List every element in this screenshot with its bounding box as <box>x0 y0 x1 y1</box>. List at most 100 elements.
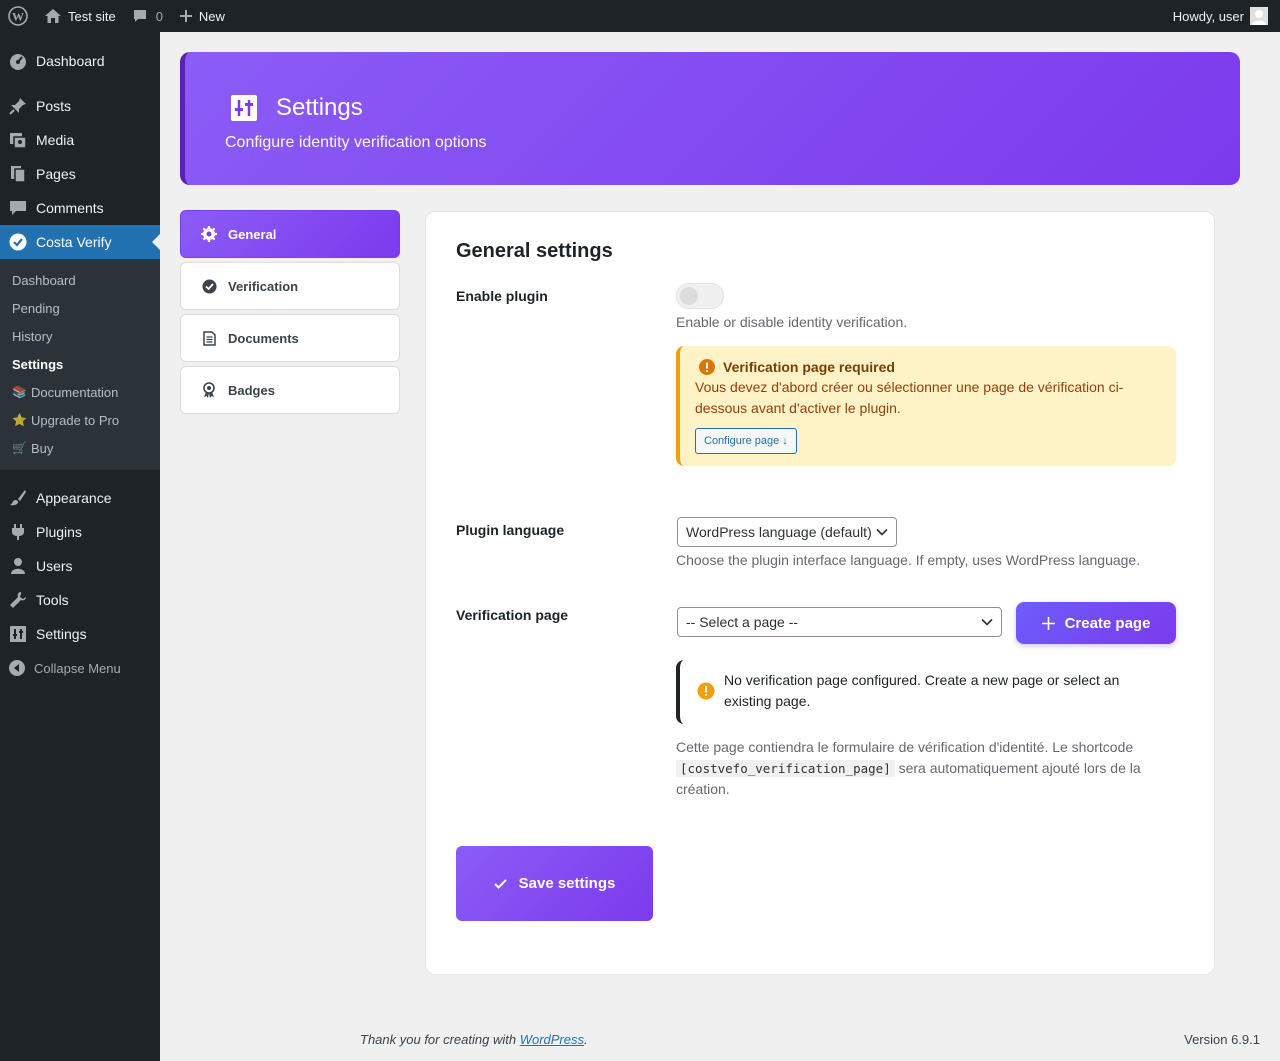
plug-icon <box>8 522 28 542</box>
avatar <box>1250 7 1268 25</box>
tab-label: General <box>228 226 277 242</box>
sidebar-item-label: Appearance <box>36 490 112 506</box>
cart-icon: 🛒 <box>12 441 27 455</box>
award-icon <box>201 382 217 398</box>
enable-plugin-description: Enable or disable identity verification. <box>676 314 908 330</box>
svg-text:W: W <box>12 10 24 24</box>
tab-general[interactable]: General <box>180 210 400 258</box>
sidebar-item-label: Costa Verify <box>36 234 112 250</box>
create-page-label: Create page <box>1064 614 1151 632</box>
warning-icon <box>699 359 715 375</box>
sidebar-item-label: Dashboard <box>36 53 105 69</box>
chevron-down-icon <box>981 618 993 626</box>
check-circle-icon <box>8 232 28 252</box>
warning-title: Verification page required <box>723 359 895 375</box>
sidebar-item-plugins[interactable]: Plugins <box>0 515 160 549</box>
collapse-menu-button[interactable]: Collapse Menu <box>0 651 160 685</box>
wordpress-logo-icon[interactable]: W <box>0 0 36 32</box>
tab-verification[interactable]: Verification <box>180 262 400 310</box>
sidebar-item-media[interactable]: Media <box>0 123 160 157</box>
pages-icon <box>8 164 28 184</box>
comments-link[interactable]: 0 <box>124 0 171 32</box>
general-settings-panel: General settings Enable plugin Enable or… <box>425 211 1215 975</box>
header-title-row: Settings <box>230 94 363 122</box>
submenu-label: Documentation <box>30 384 119 400</box>
sidebar-item-settings[interactable]: Settings <box>0 617 160 651</box>
sidebar-item-label: Posts <box>36 98 72 114</box>
document-icon <box>201 330 217 346</box>
costa-verify-submenu: Dashboard Pending History Settings 📚 Docu… <box>0 259 160 470</box>
submenu-label: Buy <box>30 440 54 456</box>
create-page-button[interactable]: Create page <box>1016 602 1176 644</box>
sidebar-item-label: Plugins <box>36 524 82 540</box>
page-title: Settings <box>276 94 363 121</box>
brush-icon <box>8 488 28 508</box>
warning-icon <box>697 682 715 700</box>
sidebar-item-label: Settings <box>36 626 87 642</box>
sidebar-item-tools[interactable]: Tools <box>0 583 160 617</box>
new-label: New <box>198 8 225 24</box>
footer-thanks: Thank you for creating with WordPress. <box>360 1032 588 1047</box>
save-settings-button[interactable]: Save settings <box>456 846 653 921</box>
footer-thanks-text: Thank you for creating with <box>360 1032 517 1047</box>
submenu-item-upgrade[interactable]: ⭐ Upgrade to Pro <box>0 406 160 434</box>
comment-icon <box>132 8 148 24</box>
panel-title: General settings <box>456 240 613 262</box>
footer-version: Version 6.9.1 <box>1184 1032 1260 1047</box>
howdy-text: Howdy, user <box>1172 8 1244 24</box>
submenu-item-buy[interactable]: 🛒 Buy <box>0 434 160 462</box>
language-selected-value: WordPress language (default) <box>686 524 872 540</box>
home-icon <box>44 8 62 24</box>
tab-documents[interactable]: Documents <box>180 314 400 362</box>
submenu-item-dashboard[interactable]: Dashboard <box>0 266 160 294</box>
verification-page-select[interactable]: -- Select a page -- <box>677 607 1002 637</box>
user-icon <box>8 556 28 576</box>
tab-label: Documents <box>228 330 299 346</box>
warning-title-row: Verification page required <box>699 359 895 375</box>
no-page-notice: No verification page configured. Create … <box>676 660 1146 724</box>
star-icon: ⭐ <box>12 413 27 427</box>
sidebar-item-posts[interactable]: Posts <box>0 89 160 123</box>
admin-bar: W Test site 0 New Howdy, user <box>0 0 1280 32</box>
submenu-item-pending[interactable]: Pending <box>0 294 160 322</box>
submenu-label: Upgrade to Pro <box>30 412 120 428</box>
verification-page-description: Cette page contiendra le formulaire de v… <box>676 737 1171 800</box>
sidebar-item-users[interactable]: Users <box>0 549 160 583</box>
sidebar-item-comments[interactable]: Comments <box>0 191 160 225</box>
sidebar-item-label: Comments <box>36 200 104 216</box>
collapse-arrow-icon <box>8 659 26 677</box>
comments-count: 0 <box>155 8 163 24</box>
configure-page-button[interactable]: Configure page ↓ <box>695 428 797 454</box>
submenu-item-history[interactable]: History <box>0 322 160 350</box>
plugin-language-select[interactable]: WordPress language (default) <box>677 517 897 547</box>
sliders-icon <box>230 94 258 122</box>
submenu-label: Pending <box>12 300 60 316</box>
enable-plugin-toggle[interactable] <box>676 283 724 309</box>
sidebar-item-pages[interactable]: Pages <box>0 157 160 191</box>
pin-icon <box>8 96 28 116</box>
page-selected-value: -- Select a page -- <box>686 614 799 630</box>
account-menu[interactable]: Howdy, user <box>1173 7 1280 25</box>
admin-sidebar: Dashboard Posts Media Pages Comments Cos… <box>0 32 160 1061</box>
submenu-item-documentation[interactable]: 📚 Documentation <box>0 378 160 406</box>
check-circle-icon <box>201 278 217 294</box>
submenu-label: Dashboard <box>12 272 76 288</box>
submenu-item-settings[interactable]: Settings <box>0 350 160 378</box>
sidebar-item-label: Media <box>36 132 75 148</box>
sidebar-item-dashboard[interactable]: Dashboard <box>0 44 160 78</box>
plus-icon <box>1041 616 1055 630</box>
site-name-link[interactable]: Test site <box>36 0 124 32</box>
save-settings-label: Save settings <box>518 875 616 892</box>
tab-badges[interactable]: Badges <box>180 366 400 414</box>
collapse-label: Collapse Menu <box>34 660 121 676</box>
media-icon <box>8 130 28 150</box>
sidebar-item-label: Users <box>36 558 73 574</box>
site-name: Test site <box>68 8 116 24</box>
settings-tabs: General Verification Documents Badges <box>180 210 400 418</box>
dashboard-icon <box>8 51 28 71</box>
new-content-link[interactable]: New <box>171 0 233 32</box>
wordpress-link[interactable]: WordPress <box>520 1032 584 1047</box>
settings-header: Settings Configure identity verification… <box>180 52 1240 185</box>
sidebar-item-costa-verify[interactable]: Costa Verify <box>0 225 160 259</box>
sidebar-item-appearance[interactable]: Appearance <box>0 481 160 515</box>
